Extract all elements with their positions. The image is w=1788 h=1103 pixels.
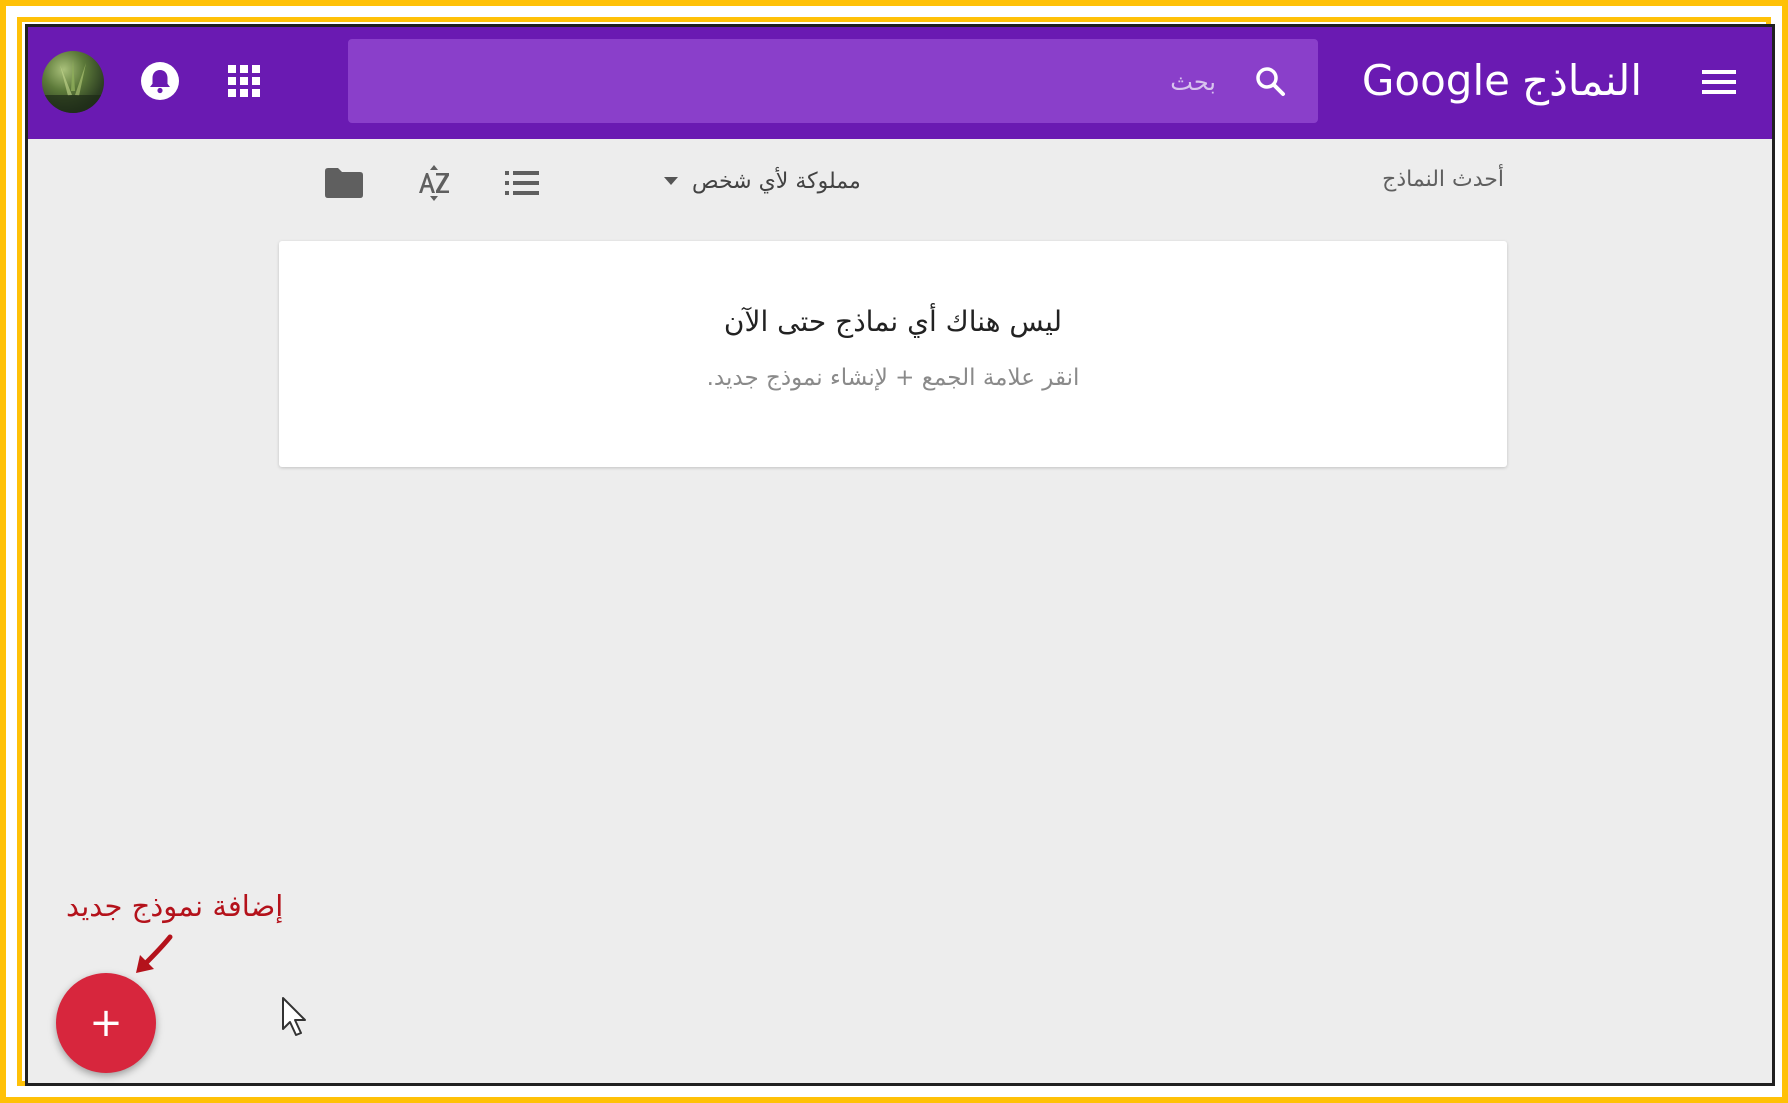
search-button[interactable]: [1248, 59, 1292, 103]
sort-button[interactable]: [412, 163, 456, 203]
apps-grid-icon[interactable]: [224, 61, 264, 101]
folder-icon: [325, 168, 363, 198]
avatar[interactable]: [42, 51, 104, 113]
empty-state-card: ليس هناك أي نماذج حتى الآن انقر علامة ال…: [279, 241, 1507, 467]
empty-state-title: ليس هناك أي نماذج حتى الآن: [723, 305, 1063, 338]
list-view-icon: [505, 171, 539, 195]
dropdown-arrow-icon: [664, 177, 678, 185]
notifications-icon[interactable]: [138, 59, 182, 103]
search-icon: [1256, 67, 1285, 96]
app-title-text: النماذج: [1521, 56, 1642, 105]
menu-button[interactable]: [1694, 57, 1744, 107]
annotation-arrow-icon: [136, 934, 173, 973]
avatar-photo: [42, 59, 104, 113]
mouse-cursor-icon: [282, 997, 306, 1036]
app-title-brand: Google: [1361, 56, 1510, 105]
plus-icon: +: [89, 1000, 123, 1046]
search-input[interactable]: [394, 61, 1218, 103]
app-title: النماذج Google: [1362, 49, 1642, 113]
search-box: [348, 39, 1318, 123]
top-app-bar: النماذج Google: [28, 27, 1772, 139]
list-view-button[interactable]: [500, 163, 544, 203]
forms-app-window: النماذج Google بحث أحدث النماذج مملوكة ل…: [25, 24, 1775, 1086]
annotation-label: إضافة نموذج جديد: [66, 889, 284, 923]
empty-state-subtitle: انقر علامة الجمع + لإنشاء نموذج جديد.: [706, 365, 1080, 391]
sort-az-icon: [419, 165, 449, 201]
toolbar: أحدث النماذج مملوكة لأي شخص: [28, 139, 1772, 223]
add-form-button[interactable]: +: [56, 973, 156, 1073]
owner-filter-dropdown[interactable]: مملوكة لأي شخص: [664, 165, 861, 197]
menu-icon: [1702, 70, 1736, 94]
section-title: أحدث النماذج: [1382, 167, 1504, 192]
owner-filter-label: مملوكة لأي شخص: [692, 168, 861, 194]
folder-button[interactable]: [322, 163, 366, 203]
